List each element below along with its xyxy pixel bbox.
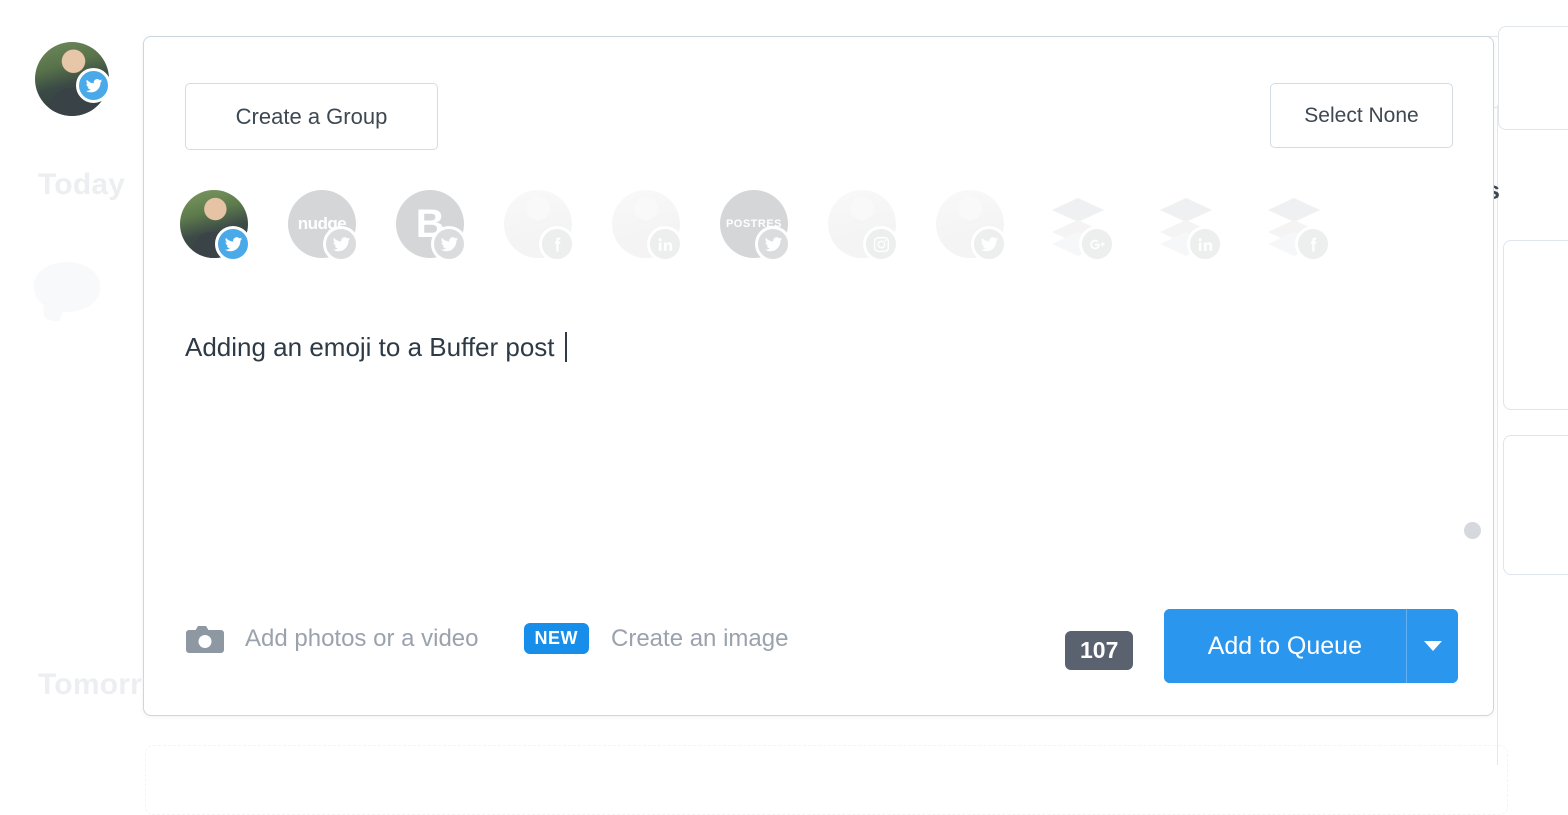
profile-selector-row: nudge B POSTRES [180,190,1331,272]
twitter-icon [431,226,467,262]
post-text-value: Adding an emoji to a Buffer post [185,332,562,362]
speech-bubble-icon [34,262,100,312]
profile-team-facebook[interactable] [504,190,575,272]
add-to-queue-button[interactable]: Add to Queue [1164,609,1406,683]
instagram-icon [863,226,899,262]
composer-resize-handle[interactable] [1464,522,1481,539]
profile-buffer-b-twitter[interactable]: B [396,190,467,272]
character-counter: 107 [1065,631,1133,670]
profile-team-linkedin[interactable] [612,190,683,272]
linkedin-icon [647,226,683,262]
profile-team-instagram[interactable] [828,190,899,272]
facebook-icon [1295,226,1331,262]
facebook-icon [539,226,575,262]
composer-toolbar: Add photos or a video NEW Create an imag… [185,609,1458,683]
chevron-down-icon[interactable] [1406,609,1458,683]
background-panel [1503,240,1568,410]
googleplus-icon [1079,226,1115,262]
profile-buffer-linkedin[interactable] [1152,190,1223,272]
linkedin-icon [1187,226,1223,262]
twitter-icon [971,226,1007,262]
profile-colleague-twitter[interactable] [936,190,1007,272]
add-photos-label[interactable]: Add photos or a video [245,625,479,653]
twitter-icon [323,226,359,262]
create-group-button[interactable]: Create a Group [185,83,438,150]
select-none-button[interactable]: Select None [1270,83,1453,148]
new-badge: NEW [524,623,590,654]
post-text-input[interactable]: Adding an emoji to a Buffer post [185,329,1452,579]
day-heading-today: Today [38,168,125,202]
camera-icon[interactable] [185,624,225,654]
twitter-icon [76,68,111,103]
add-to-queue-group: Add to Queue [1164,609,1458,683]
background-dropzone [145,745,1508,815]
profile-buffer-googleplus[interactable] [1044,190,1115,272]
post-composer-modal: Create a Group Select None nudge B POSTRES… [143,36,1494,716]
background-panel [1498,26,1568,130]
text-cursor [565,332,567,362]
profile-personal-twitter[interactable] [180,190,251,272]
twitter-icon [215,226,251,262]
twitter-icon [755,226,791,262]
toolbar-left-group: Add photos or a video NEW Create an imag… [185,623,788,654]
profile-nudge-twitter[interactable]: nudge [288,190,359,272]
background-panel [1503,435,1568,575]
create-image-label[interactable]: Create an image [611,625,788,653]
profile-buffer-facebook[interactable] [1260,190,1331,272]
profile-postres-twitter[interactable]: POSTRES [720,190,791,272]
